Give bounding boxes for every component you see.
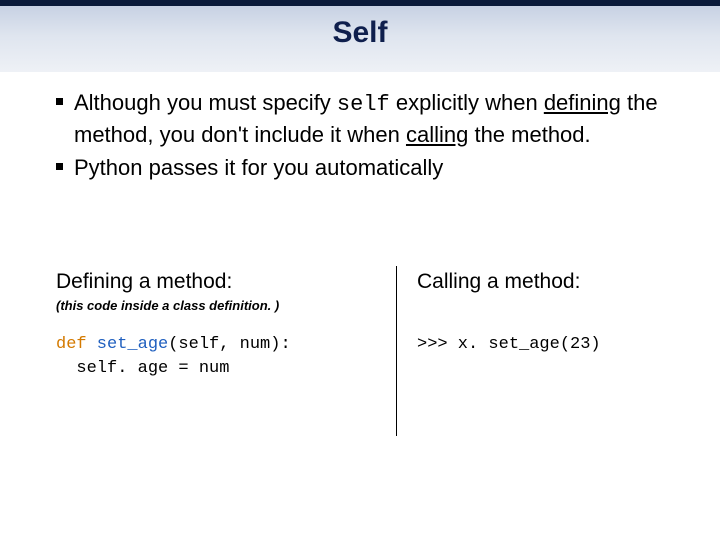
- code-text: (self, num):: [168, 335, 290, 354]
- code-block: >>> x. set_age(23): [417, 333, 672, 357]
- bullet-text: the method.: [468, 122, 590, 147]
- column-heading: Calling a method:: [417, 270, 672, 294]
- column-heading: Defining a method:: [56, 270, 376, 294]
- code-block: def set_age(self, num): self. age = num: [56, 333, 376, 381]
- bullet-list: Although you must specify self explicitl…: [56, 88, 672, 183]
- title-band: Self: [0, 0, 720, 72]
- bullet-item: Python passes it for you automatically: [56, 153, 672, 183]
- underlined-word: defining: [544, 90, 621, 115]
- code-keyword: def: [56, 335, 87, 354]
- code-text: self. age = num: [56, 359, 229, 378]
- code-function-name: set_age: [87, 335, 169, 354]
- bullet-text: explicitly when: [390, 90, 544, 115]
- underlined-word: calling: [406, 122, 468, 147]
- inline-code: self: [337, 92, 390, 117]
- columns: Defining a method: (this code inside a c…: [56, 270, 672, 436]
- slide-title: Self: [0, 0, 720, 50]
- column-note-spacer: [417, 298, 672, 313]
- content-area: Although you must specify self explicitl…: [56, 88, 672, 187]
- bullet-text: Python passes it for you automatically: [74, 155, 443, 180]
- bullet-text: Although you must specify: [74, 90, 337, 115]
- bullet-item: Although you must specify self explicitl…: [56, 88, 672, 149]
- column-calling: Calling a method: >>> x. set_age(23): [397, 270, 672, 436]
- code-text: >>> x. set_age(23): [417, 335, 601, 354]
- column-note: (this code inside a class definition. ): [56, 298, 376, 313]
- slide: Self Although you must specify self expl…: [0, 0, 720, 540]
- column-defining: Defining a method: (this code inside a c…: [56, 270, 396, 436]
